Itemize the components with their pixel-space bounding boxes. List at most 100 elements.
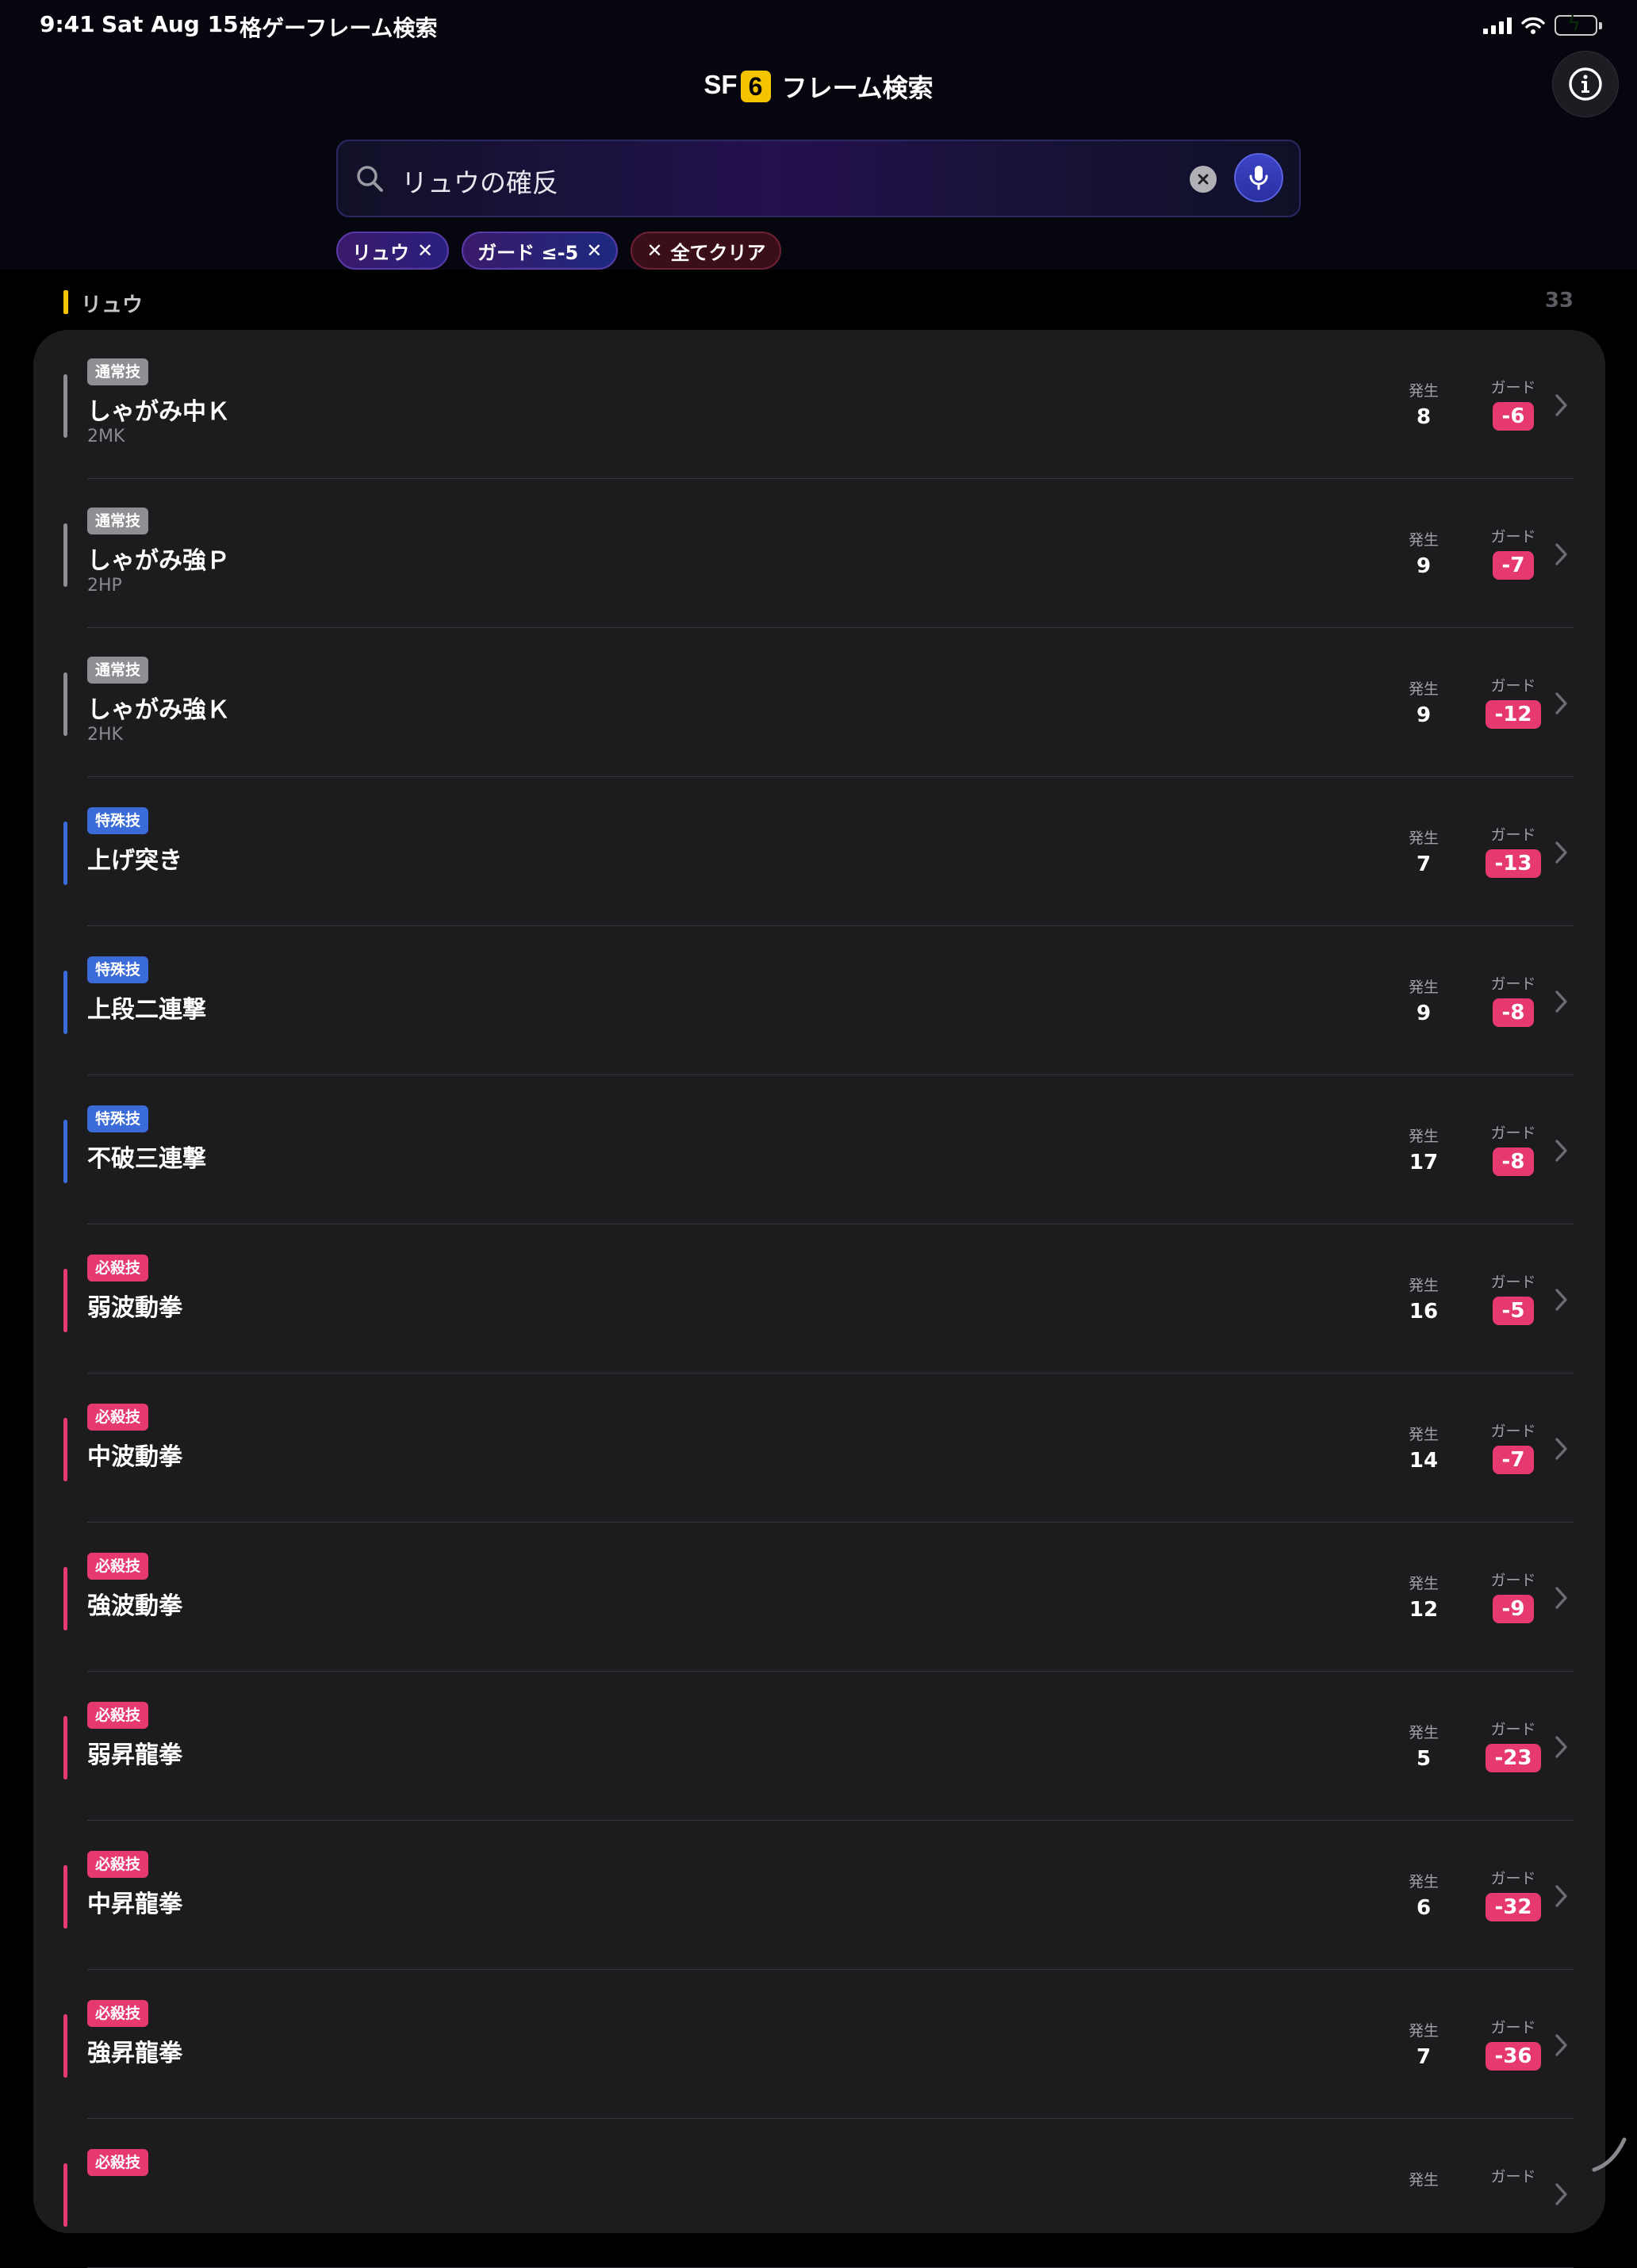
guard-label: ガード — [1490, 826, 1536, 844]
startup-label: 発生 — [1408, 531, 1439, 549]
category-accent-bar — [63, 2014, 67, 2078]
guard-stat: ガード -12 — [1466, 674, 1561, 729]
guard-value: -5 — [1492, 1297, 1535, 1325]
title-sf: SF — [703, 70, 738, 99]
startup-stat: 発生 17 — [1397, 1124, 1450, 1174]
move-name: 中昇龍拳 — [87, 1891, 182, 1918]
move-name: 中波動拳 — [87, 1443, 182, 1471]
move-row[interactable]: 通常技 しゃがみ強Ｋ 2HK 発生 9 ガード -12 — [33, 628, 1605, 777]
remove-x-icon[interactable]: ✕ — [417, 239, 433, 262]
microphone-icon — [1249, 166, 1268, 190]
category-badge: 通常技 — [87, 508, 149, 534]
category-accent-bar — [63, 1418, 67, 1481]
search-icon — [357, 166, 383, 192]
startup-stat: 発生 8 — [1397, 379, 1450, 429]
category-accent-bar — [63, 1120, 67, 1183]
category-accent-bar — [63, 1269, 67, 1332]
startup-value: 9 — [1416, 554, 1432, 578]
status-date: Sat Aug 15 — [102, 11, 239, 37]
move-row[interactable]: 通常技 しゃがみ強Ｐ 2HP 発生 9 ガード -7 — [33, 479, 1605, 628]
move-row[interactable]: 特殊技 不破三連撃 発生 17 ガード -8 — [33, 1075, 1605, 1224]
move-row[interactable]: 必殺技 弱波動拳 発生 16 ガード -5 — [33, 1224, 1605, 1373]
guard-stat: ガード -6 — [1466, 376, 1561, 431]
move-name: 強昇龍拳 — [87, 2040, 182, 2067]
section-count: 33 — [1544, 289, 1574, 312]
startup-stat: 発生 6 — [1397, 1870, 1450, 1920]
chevron-right-icon — [1555, 692, 1567, 714]
startup-value: 12 — [1409, 1598, 1439, 1622]
chevron-right-icon — [1555, 1289, 1567, 1311]
move-row[interactable]: 必殺技 中昇龍拳 発生 6 ガード -32 — [33, 1821, 1605, 1970]
move-name: 弱波動拳 — [87, 1294, 182, 1322]
info-icon — [1569, 67, 1602, 101]
clear-all-chip[interactable]: ✕ 全てクリア — [631, 232, 782, 270]
category-badge: 必殺技 — [87, 1851, 149, 1878]
guard-stat: ガード -36 — [1466, 2016, 1561, 2071]
chip-character-ryu[interactable]: リュウ ✕ — [336, 232, 450, 270]
startup-stat: 発生 7 — [1397, 2019, 1450, 2069]
category-accent-bar — [63, 822, 67, 885]
move-row[interactable]: 必殺技 弱昇龍拳 発生 5 ガード -23 — [33, 1672, 1605, 1821]
guard-label: ガード — [1490, 1124, 1536, 1142]
guard-label: ガード — [1490, 1423, 1536, 1440]
guard-stat: ガード — [1466, 2165, 1561, 2186]
startup-stat: 発生 5 — [1397, 1721, 1450, 1771]
startup-stat: 発生 16 — [1397, 1274, 1450, 1324]
startup-label: 発生 — [1408, 1724, 1439, 1741]
category-badge: 必殺技 — [87, 1553, 149, 1580]
category-accent-bar — [63, 1567, 67, 1630]
status-time: 9:41 — [40, 11, 95, 37]
startup-label: 発生 — [1408, 1575, 1439, 1592]
startup-value: 7 — [1416, 2045, 1432, 2069]
search-bar[interactable]: リュウの確反 — [336, 140, 1301, 217]
guard-value: -32 — [1485, 1893, 1542, 1921]
search-input[interactable]: リュウの確反 — [401, 162, 558, 200]
guard-label: ガード — [1490, 1870, 1536, 1887]
move-row[interactable]: 特殊技 上げ突き 発生 7 ガード -13 — [33, 777, 1605, 926]
category-accent-bar — [63, 971, 67, 1034]
guard-stat: ガード -5 — [1466, 1270, 1561, 1325]
chip-guard-filter[interactable]: ガード ≤-5 ✕ — [462, 232, 619, 270]
status-indicators: ϟ — [1483, 12, 1602, 38]
guard-stat: ガード -9 — [1466, 1569, 1561, 1623]
move-row[interactable]: 通常技 しゃがみ中Ｋ 2MK 発生 8 ガード -6 — [33, 330, 1605, 479]
category-accent-bar — [63, 523, 67, 587]
clear-search-button[interactable] — [1190, 166, 1217, 193]
category-accent-bar — [63, 374, 67, 438]
category-accent-bar — [63, 1865, 67, 1929]
section-header: リュウ 33 — [63, 289, 1574, 320]
move-name: 弱昇龍拳 — [87, 1741, 182, 1769]
startup-label: 発生 — [1408, 382, 1439, 400]
guard-stat: ガード -8 — [1466, 1121, 1561, 1176]
voice-search-button[interactable] — [1234, 153, 1283, 202]
move-name: 強波動拳 — [87, 1592, 182, 1620]
guard-label: ガード — [1490, 528, 1536, 546]
move-row[interactable]: 必殺技 強波動拳 発生 12 ガード -9 — [33, 1523, 1605, 1672]
move-name: しゃがみ強Ｐ — [87, 547, 230, 575]
startup-label: 発生 — [1408, 1426, 1439, 1443]
category-badge: 必殺技 — [87, 2149, 149, 2176]
guard-label: ガード — [1490, 379, 1536, 397]
scroll-indicator-icon — [1592, 2137, 1627, 2172]
guard-label: ガード — [1490, 1572, 1536, 1589]
chevron-right-icon — [1555, 2183, 1567, 2205]
move-row[interactable]: 特殊技 上段二連撃 発生 9 ガード -8 — [33, 926, 1605, 1075]
chip-label: ガード ≤-5 — [477, 241, 579, 264]
chevron-right-icon — [1555, 1140, 1567, 1162]
status-bar: 9:41 Sat Aug 15 格ゲーフレーム検索 ϟ — [0, 0, 1637, 51]
guard-label: ガード — [1490, 677, 1536, 695]
startup-value: 17 — [1409, 1151, 1439, 1174]
move-row[interactable]: 必殺技 中波動拳 発生 14 ガード -7 — [33, 1373, 1605, 1523]
remove-x-icon[interactable]: ✕ — [586, 239, 602, 262]
move-name: 上段二連撃 — [87, 996, 206, 1024]
guard-label: ガード — [1490, 2019, 1536, 2036]
filter-chips: リュウ ✕ ガード ≤-5 ✕ ✕ 全てクリア — [336, 232, 782, 270]
startup-value: 16 — [1409, 1300, 1439, 1324]
info-button[interactable] — [1552, 51, 1619, 117]
move-row[interactable]: 必殺技 発生 ガード — [33, 2119, 1605, 2268]
startup-value: 9 — [1416, 703, 1432, 727]
clear-x-icon — [1198, 174, 1209, 185]
move-row[interactable]: 必殺技 強昇龍拳 発生 7 ガード -36 — [33, 1970, 1605, 2119]
chevron-right-icon — [1555, 394, 1567, 416]
section-title: リュウ — [81, 293, 144, 317]
